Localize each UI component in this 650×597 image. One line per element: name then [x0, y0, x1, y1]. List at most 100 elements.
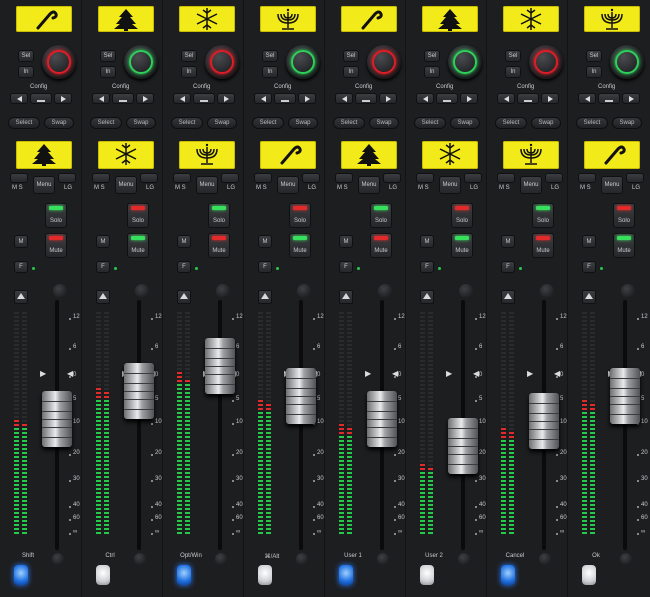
in-button[interactable]: In: [343, 66, 359, 78]
bottom-knob[interactable]: [458, 553, 470, 565]
function-key-button[interactable]: [258, 565, 272, 585]
menu-button[interactable]: Menu: [601, 176, 623, 194]
encoder-knob[interactable]: [286, 45, 320, 79]
trim-knob[interactable]: [459, 284, 473, 298]
mute-button[interactable]: Mute: [532, 233, 554, 258]
m-button[interactable]: M: [501, 235, 515, 248]
in-button[interactable]: In: [181, 66, 197, 78]
f-button[interactable]: F: [420, 261, 434, 273]
config-right-button[interactable]: [379, 93, 397, 104]
function-key-button[interactable]: [582, 565, 596, 585]
in-button[interactable]: In: [262, 66, 278, 78]
trim-knob[interactable]: [378, 284, 392, 298]
swap-button[interactable]: Swap: [531, 117, 561, 129]
ms-button[interactable]: [416, 173, 434, 183]
ms-button[interactable]: [497, 173, 515, 183]
ms-button[interactable]: [578, 173, 596, 183]
m-button[interactable]: M: [258, 235, 272, 248]
encoder-knob[interactable]: [610, 45, 644, 79]
mute-button[interactable]: Mute: [127, 233, 149, 258]
encoder-knob[interactable]: [205, 45, 239, 79]
swap-button[interactable]: Swap: [126, 117, 156, 129]
encoder-knob[interactable]: [367, 45, 401, 79]
select-button[interactable]: Select: [171, 117, 203, 129]
config-left-button[interactable]: [254, 93, 272, 104]
mute-button[interactable]: Mute: [613, 233, 635, 258]
select-button[interactable]: Select: [90, 117, 122, 129]
config-left-button[interactable]: [578, 93, 596, 104]
mute-button[interactable]: Mute: [370, 233, 392, 258]
solo-button[interactable]: Solo: [45, 203, 67, 228]
config-center-button[interactable]: [355, 93, 377, 104]
function-key-button[interactable]: [501, 565, 515, 585]
function-key-button[interactable]: [339, 565, 353, 585]
encoder-knob[interactable]: [124, 45, 158, 79]
solo-button[interactable]: Solo: [289, 203, 311, 228]
trim-knob[interactable]: [53, 284, 67, 298]
lg-button[interactable]: [221, 173, 239, 183]
solo-button[interactable]: Solo: [127, 203, 149, 228]
bottom-knob[interactable]: [296, 553, 308, 565]
automation-button[interactable]: [501, 290, 515, 304]
channel-fader[interactable]: [610, 368, 640, 425]
sel-button[interactable]: Sel: [424, 50, 440, 62]
m-button[interactable]: M: [177, 235, 191, 248]
mute-button[interactable]: Mute: [208, 233, 230, 258]
m-button[interactable]: M: [96, 235, 110, 248]
swap-button[interactable]: Swap: [207, 117, 237, 129]
bottom-knob[interactable]: [377, 553, 389, 565]
menu-button[interactable]: Menu: [196, 176, 218, 194]
channel-fader[interactable]: [286, 368, 316, 425]
swap-button[interactable]: Swap: [288, 117, 318, 129]
ms-button[interactable]: [335, 173, 353, 183]
in-button[interactable]: In: [424, 66, 440, 78]
solo-button[interactable]: Solo: [208, 203, 230, 228]
function-key-button[interactable]: [14, 565, 28, 585]
lg-button[interactable]: [140, 173, 158, 183]
config-right-button[interactable]: [622, 93, 640, 104]
menu-button[interactable]: Menu: [277, 176, 299, 194]
sel-button[interactable]: Sel: [18, 50, 34, 62]
select-button[interactable]: Select: [495, 117, 527, 129]
lg-button[interactable]: [545, 173, 563, 183]
mute-button[interactable]: Mute: [451, 233, 473, 258]
config-left-button[interactable]: [497, 93, 515, 104]
m-button[interactable]: M: [14, 235, 28, 248]
f-button[interactable]: F: [96, 261, 110, 273]
trim-knob[interactable]: [135, 284, 149, 298]
select-button[interactable]: Select: [8, 117, 40, 129]
f-button[interactable]: F: [501, 261, 515, 273]
in-button[interactable]: In: [18, 66, 34, 78]
f-button[interactable]: F: [14, 261, 28, 273]
select-button[interactable]: Select: [414, 117, 446, 129]
config-center-button[interactable]: [193, 93, 215, 104]
in-button[interactable]: In: [586, 66, 602, 78]
sel-button[interactable]: Sel: [586, 50, 602, 62]
menu-button[interactable]: Menu: [115, 176, 137, 194]
menu-button[interactable]: Menu: [33, 176, 55, 194]
encoder-knob[interactable]: [529, 45, 563, 79]
menu-button[interactable]: Menu: [358, 176, 380, 194]
config-center-button[interactable]: [112, 93, 134, 104]
sel-button[interactable]: Sel: [100, 50, 116, 62]
trim-knob[interactable]: [297, 284, 311, 298]
f-button[interactable]: F: [339, 261, 353, 273]
ms-button[interactable]: [10, 173, 28, 183]
bottom-knob[interactable]: [215, 553, 227, 565]
menu-button[interactable]: Menu: [439, 176, 461, 194]
bottom-knob[interactable]: [539, 553, 551, 565]
lg-button[interactable]: [302, 173, 320, 183]
menu-button[interactable]: Menu: [520, 176, 542, 194]
ms-button[interactable]: [92, 173, 110, 183]
mute-button[interactable]: Mute: [45, 233, 67, 258]
bottom-knob[interactable]: [52, 553, 64, 565]
automation-button[interactable]: [177, 290, 191, 304]
trim-knob[interactable]: [621, 284, 635, 298]
m-button[interactable]: M: [339, 235, 353, 248]
select-button[interactable]: Select: [576, 117, 608, 129]
config-center-button[interactable]: [30, 93, 52, 104]
sel-button[interactable]: Sel: [181, 50, 197, 62]
config-right-button[interactable]: [217, 93, 235, 104]
channel-fader[interactable]: [124, 362, 154, 419]
channel-fader[interactable]: [529, 393, 559, 450]
